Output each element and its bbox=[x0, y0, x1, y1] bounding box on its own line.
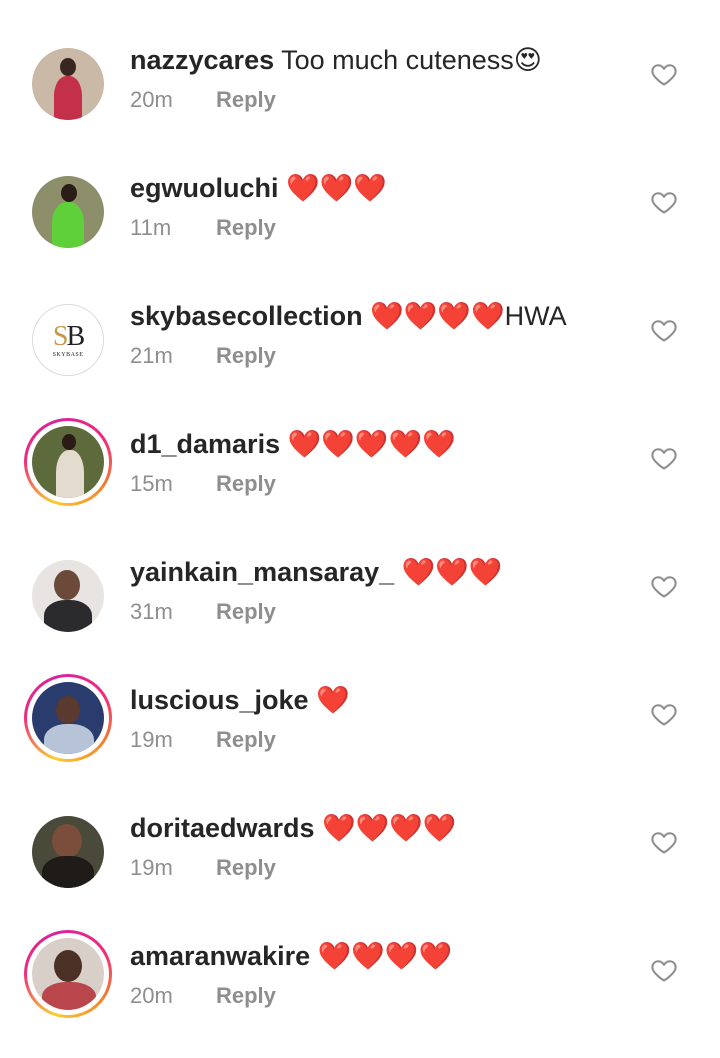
heart-icon[interactable] bbox=[650, 188, 678, 216]
comment-time: 20m bbox=[130, 87, 173, 112]
reply-button[interactable]: Reply bbox=[216, 727, 276, 752]
heart-icon[interactable] bbox=[650, 828, 678, 856]
comment-line: doritaedwards ❤️❤️❤️❤️ bbox=[130, 810, 630, 846]
comment-line: yainkain_mansaray_ ❤️❤️❤️ bbox=[130, 554, 630, 590]
reply-button[interactable]: Reply bbox=[216, 855, 276, 880]
reply-button[interactable]: Reply bbox=[216, 599, 276, 624]
comment-text: ❤️❤️❤️❤️❤️ bbox=[280, 429, 456, 459]
comment-text: ❤️❤️❤️ bbox=[394, 557, 503, 587]
comment-time: 20m bbox=[130, 983, 173, 1008]
comment-username[interactable]: d1_damaris bbox=[130, 429, 280, 459]
avatar[interactable] bbox=[24, 40, 112, 128]
avatar[interactable]: SB SKYBASE bbox=[24, 296, 112, 384]
comment-username[interactable]: luscious_joke bbox=[130, 685, 309, 715]
heart-icon[interactable] bbox=[650, 700, 678, 728]
comment-text: ❤️ bbox=[308, 685, 350, 715]
avatar bbox=[32, 426, 104, 498]
avatar[interactable] bbox=[24, 552, 112, 640]
comment-time: 31m bbox=[130, 599, 173, 624]
reply-button[interactable]: Reply bbox=[216, 87, 276, 112]
comment-text: Too much cuteness😍 bbox=[274, 45, 542, 75]
comment-line: egwuoluchi ❤️❤️❤️ bbox=[130, 170, 630, 206]
comment-text: ❤️❤️❤️ bbox=[278, 173, 387, 203]
comment-time: 11m bbox=[130, 215, 172, 240]
comment-item: luscious_joke ❤️ 19m Reply bbox=[0, 674, 720, 802]
comment-text: ❤️❤️❤️❤️ bbox=[314, 813, 457, 843]
comment-item: egwuoluchi ❤️❤️❤️ 11m Reply bbox=[0, 168, 720, 296]
comment-username[interactable]: nazzycares bbox=[130, 45, 274, 75]
comment-time: 15m bbox=[130, 471, 173, 496]
comment-line: nazzycares Too much cuteness😍 bbox=[130, 42, 630, 78]
reply-button[interactable]: Reply bbox=[216, 215, 276, 240]
heart-icon[interactable] bbox=[650, 572, 678, 600]
reply-button[interactable]: Reply bbox=[216, 343, 276, 368]
comment-username[interactable]: egwuoluchi bbox=[130, 173, 279, 203]
comment-time: 21m bbox=[130, 343, 173, 368]
avatar bbox=[32, 938, 104, 1010]
reply-button[interactable]: Reply bbox=[216, 471, 276, 496]
comment-text: ❤️❤️❤️❤️HWA bbox=[362, 301, 567, 331]
comment-username[interactable]: skybasecollection bbox=[130, 301, 363, 331]
avatar-story-ring[interactable] bbox=[24, 930, 112, 1018]
comment-time: 19m bbox=[130, 727, 173, 752]
comment-text: ❤️❤️❤️❤️ bbox=[310, 941, 453, 971]
avatar-story-ring[interactable] bbox=[24, 418, 112, 506]
comment-line: d1_damaris ❤️❤️❤️❤️❤️ bbox=[130, 426, 630, 462]
reply-button[interactable]: Reply bbox=[216, 983, 276, 1008]
comment-username[interactable]: amaranwakire bbox=[130, 941, 310, 971]
avatar bbox=[32, 682, 104, 754]
comment-item: nazzycares Too much cuteness😍 20m Reply bbox=[0, 40, 720, 168]
comment-username[interactable]: doritaedwards bbox=[130, 813, 315, 843]
comment-line: skybasecollection ❤️❤️❤️❤️HWA bbox=[130, 298, 630, 334]
avatar-story-ring[interactable] bbox=[24, 674, 112, 762]
comment-item: SB SKYBASE skybasecollection ❤️❤️❤️❤️HWA… bbox=[0, 296, 720, 424]
comment-line: amaranwakire ❤️❤️❤️❤️ bbox=[130, 938, 630, 974]
skybase-logo: SB SKYBASE bbox=[32, 304, 104, 376]
heart-icon[interactable] bbox=[650, 316, 678, 344]
avatar[interactable] bbox=[24, 168, 112, 256]
comment-item: d1_damaris ❤️❤️❤️❤️❤️ 15m Reply bbox=[0, 418, 720, 546]
comment-item: doritaedwards ❤️❤️❤️❤️ 19m Reply bbox=[0, 808, 720, 936]
comment-item: yainkain_mansaray_ ❤️❤️❤️ 31m Reply bbox=[0, 552, 720, 680]
comment-item: amaranwakire ❤️❤️❤️❤️ 20m Reply bbox=[0, 930, 720, 1058]
avatar[interactable] bbox=[24, 808, 112, 896]
comment-line: luscious_joke ❤️ bbox=[130, 682, 630, 718]
heart-icon[interactable] bbox=[650, 444, 678, 472]
comment-time: 19m bbox=[130, 855, 173, 880]
comment-username[interactable]: yainkain_mansaray_ bbox=[130, 557, 394, 587]
heart-icon[interactable] bbox=[650, 60, 678, 88]
heart-icon[interactable] bbox=[650, 956, 678, 984]
